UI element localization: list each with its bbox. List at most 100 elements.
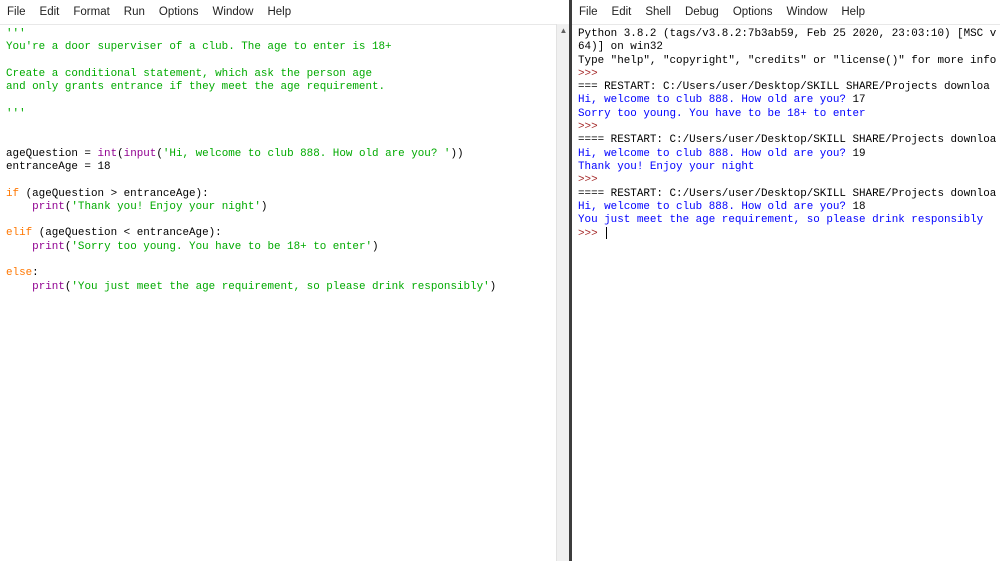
shell-line: Hi, welcome to club 888. How old are you… [578, 201, 1000, 214]
shell-menu-file[interactable]: File [572, 6, 605, 18]
shell-token: You just meet the age requirement, so pl… [578, 214, 984, 227]
editor-menubar: File Edit Format Run Options Window Help [0, 0, 556, 24]
shell-token: Sorry too young. You have to be 18+ to e… [578, 107, 866, 120]
shell-line: Type "help", "copyright", "credits" or "… [578, 55, 1000, 68]
shell-token: >>> [578, 228, 605, 241]
shell-line: ==== RESTART: C:/Users/user/Desktop/SKIL… [578, 188, 1000, 201]
editor-line: print('Sorry too young. You have to be 1… [6, 241, 556, 254]
shell-token: 19 [852, 147, 866, 160]
editor-token: ''' [6, 107, 26, 120]
shell-menu-debug[interactable]: Debug [678, 6, 726, 18]
shell-pane[interactable]: Python 3.8.2 (tags/v3.8.2:7b3ab59, Feb 2… [572, 24, 1000, 561]
shell-line: You just meet the age requirement, so pl… [578, 214, 1000, 227]
editor-line: print('Thank you! Enjoy your night') [6, 201, 556, 214]
editor-token [6, 281, 32, 293]
editor-line: entranceAge = 18 [6, 161, 556, 174]
text-cursor [606, 227, 608, 240]
editor-pane[interactable]: ''' You're a door superviser of a club. T… [0, 24, 556, 561]
editor-token: 'You just meet the age requirement, so p… [71, 280, 490, 293]
editor-token: (ageQuestion > entranceAge): [19, 187, 209, 200]
shell-menu-help[interactable]: Help [834, 6, 872, 18]
shell-line: >>> [578, 174, 1000, 187]
shell-line: >>> [578, 121, 1000, 134]
editor-menu-window[interactable]: Window [206, 6, 261, 18]
editor-token: ) [489, 280, 497, 293]
editor-token: : [32, 267, 39, 280]
shell-menubar: File Edit Shell Debug Options Window Help [572, 0, 1000, 24]
editor-line: Create a conditional statement, which as… [6, 68, 556, 81]
shell-token: Hi, welcome to club 888. How old are you… [578, 200, 853, 213]
editor-token: You're a door superviser of a club. The … [6, 41, 392, 54]
editor-code[interactable]: ''' You're a door superviser of a club. T… [0, 25, 556, 294]
shell-line: Thank you! Enjoy your night [578, 161, 1000, 174]
editor-menu-help[interactable]: Help [260, 6, 298, 18]
shell-menu-shell[interactable]: Shell [638, 6, 678, 18]
shell-token: >>> [578, 67, 598, 80]
shell-line: ==== RESTART: C:/Users/user/Desktop/SKIL… [578, 134, 1000, 147]
editor-line: else: [6, 267, 556, 280]
editor-scrollbar[interactable]: ▲ [556, 24, 570, 561]
editor-menu-edit[interactable]: Edit [33, 6, 67, 18]
editor-token: ) [372, 240, 379, 253]
editor-token: ) [260, 200, 268, 213]
shell-token: Thank you! Enjoy your night [578, 160, 755, 173]
editor-token: (ageQuestion < entranceAge): [32, 227, 222, 240]
editor-line: ''' [6, 108, 556, 121]
shell-token: Python 3.8.2 (tags/v3.8.2:7b3ab59, Feb 2… [578, 28, 997, 40]
shell-menu-options[interactable]: Options [726, 6, 780, 18]
shell-line: Hi, welcome to club 888. How old are you… [578, 94, 1000, 107]
shell-token: 18 [852, 200, 866, 213]
shell-token: ==== RESTART: C:/Users/user/Desktop/SKIL… [578, 134, 997, 147]
editor-menu-format[interactable]: Format [66, 6, 116, 18]
shell-menu-edit[interactable]: Edit [605, 6, 639, 18]
shell-token: === RESTART: C:/Users/user/Desktop/SKILL… [578, 81, 990, 94]
shell-token: Hi, welcome to club 888. How old are you… [578, 94, 853, 107]
shell-token: ==== RESTART: C:/Users/user/Desktop/SKIL… [578, 187, 997, 200]
editor-token: input [123, 147, 157, 160]
shell-line: === RESTART: C:/Users/user/Desktop/SKILL… [578, 81, 1000, 94]
shell-token: 17 [852, 94, 866, 107]
shell-token: Type "help", "copyright", "credits" or "… [578, 54, 997, 67]
shell-line: >>> [578, 227, 1000, 240]
shell-line: Python 3.8.2 (tags/v3.8.2:7b3ab59, Feb 2… [578, 28, 1000, 41]
editor-token: ageQuestion = [6, 147, 98, 160]
editor-token: 'Thank you! Enjoy your night' [71, 200, 261, 213]
editor-menu-run[interactable]: Run [117, 6, 152, 18]
editor-line: elif (ageQuestion < entranceAge): [6, 227, 556, 240]
shell-line: Hi, welcome to club 888. How old are you… [578, 148, 1000, 161]
editor-line: if (ageQuestion > entranceAge): [6, 188, 556, 201]
editor-line: and only grants entrance if they meet th… [6, 81, 556, 94]
editor-token: else [6, 267, 33, 280]
editor-token: if [6, 187, 20, 200]
shell-token: 64)] on win32 [578, 41, 663, 54]
editor-line: ageQuestion = int(input('Hi, welcome to … [6, 148, 556, 161]
shell-token: >>> [578, 174, 598, 187]
editor-menu-file[interactable]: File [0, 6, 33, 18]
editor-token [6, 201, 32, 213]
editor-line: ''' [6, 28, 556, 41]
editor-token: 'Hi, welcome to club 888. How old are yo… [162, 147, 451, 160]
shell-line: >>> [578, 68, 1000, 81]
shell-token: >>> [578, 121, 598, 134]
editor-token [6, 241, 32, 253]
editor-token: Create a conditional statement, which as… [6, 67, 372, 80]
shell-output[interactable]: Python 3.8.2 (tags/v3.8.2:7b3ab59, Feb 2… [572, 25, 1000, 241]
editor-line: print('You just meet the age requirement… [6, 281, 556, 294]
shell-token: Hi, welcome to club 888. How old are you… [578, 147, 853, 160]
shell-line: 64)] on win32 [578, 41, 1000, 54]
editor-token: int [97, 147, 118, 160]
editor-token: 'Sorry too young. You have to be 18+ to … [71, 240, 373, 253]
editor-token: and only grants entrance if they meet th… [6, 81, 386, 94]
editor-menu-options[interactable]: Options [152, 6, 206, 18]
editor-token: elif [6, 227, 33, 240]
editor-token: entranceAge = 18 [6, 160, 111, 173]
shell-menu-window[interactable]: Window [779, 6, 834, 18]
editor-token: )) [450, 147, 464, 160]
